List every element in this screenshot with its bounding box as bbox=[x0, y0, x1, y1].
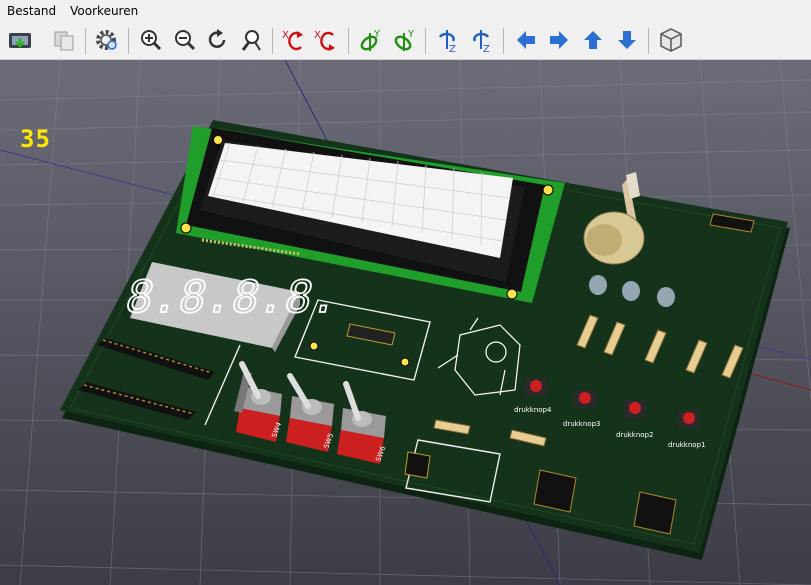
ortho-view-button[interactable] bbox=[657, 26, 685, 54]
rotate-z-cw-icon: Z bbox=[438, 30, 456, 53]
arrow-left-icon bbox=[517, 31, 535, 49]
rotate-x-ccw-button[interactable]: X bbox=[312, 26, 340, 54]
push-button-drukknop4 bbox=[525, 378, 547, 396]
rotate-x-ccw-icon: X bbox=[314, 30, 335, 51]
zoom-out-button[interactable] bbox=[171, 26, 199, 54]
toolbar-separator bbox=[425, 28, 426, 54]
toolbar-separator bbox=[128, 28, 129, 54]
fps-counter: 35 bbox=[20, 125, 51, 153]
label-drukknop2: drukknop2 bbox=[616, 431, 653, 439]
3d-scene: 8.8.8.8. SW4 SW5 SW6 drukknop4 drukknop3… bbox=[0, 60, 811, 585]
toolbar-separator bbox=[503, 28, 504, 54]
toolbar-separator bbox=[648, 28, 649, 54]
svg-text:8.8.8.8.: 8.8.8.8. bbox=[121, 272, 344, 322]
menu-bestand[interactable]: Bestand bbox=[0, 0, 63, 22]
pin-header-bottom-left bbox=[533, 469, 577, 513]
svg-text:X: X bbox=[314, 30, 321, 41]
toolbar-separator bbox=[272, 28, 273, 54]
svg-text:Z: Z bbox=[483, 44, 490, 53]
move-up-button[interactable] bbox=[579, 26, 607, 54]
settings-button[interactable] bbox=[93, 26, 121, 54]
svg-text:X: X bbox=[282, 30, 289, 41]
push-button-drukknop2 bbox=[624, 400, 646, 418]
svg-text:Z: Z bbox=[449, 44, 456, 53]
move-left-button[interactable] bbox=[512, 26, 540, 54]
cube-icon bbox=[660, 28, 682, 52]
toolbar-separator bbox=[85, 28, 86, 54]
menu-voorkeuren[interactable]: Voorkeuren bbox=[63, 0, 145, 22]
rotate-x-cw-icon: X bbox=[282, 30, 303, 51]
push-button-drukknop3 bbox=[574, 390, 596, 408]
arrow-up-icon bbox=[584, 31, 602, 49]
rotate-z-ccw-icon: Z bbox=[473, 30, 490, 53]
rotate-y-ccw-button[interactable]: Y bbox=[390, 26, 418, 54]
rotate-y-cw-icon: Y bbox=[360, 29, 381, 51]
rotate-x-cw-button[interactable]: X bbox=[280, 26, 308, 54]
rotate-y-cw-button[interactable]: Y bbox=[356, 26, 384, 54]
ic-socket bbox=[404, 451, 431, 479]
export-image-icon bbox=[9, 33, 31, 48]
arrow-right-icon bbox=[550, 31, 568, 49]
menu-bar: Bestand Voorkeuren bbox=[0, 0, 811, 22]
pin-header-bottom-right bbox=[633, 491, 677, 535]
rotate-z-ccw-button[interactable]: Z bbox=[468, 26, 496, 54]
zoom-fit-button[interactable] bbox=[237, 26, 265, 54]
gear-icon bbox=[96, 30, 117, 50]
copy-button[interactable] bbox=[50, 26, 78, 54]
zoom-out-icon bbox=[175, 30, 196, 51]
redraw-button[interactable] bbox=[204, 26, 232, 54]
rotate-z-cw-button[interactable]: Z bbox=[434, 26, 462, 54]
zoom-in-button[interactable] bbox=[137, 26, 165, 54]
rotate-y-ccw-icon: Y bbox=[394, 29, 415, 51]
3d-viewport[interactable]: 8.8.8.8. SW4 SW5 SW6 drukknop4 drukknop3… bbox=[0, 60, 811, 585]
svg-text:Y: Y bbox=[407, 29, 415, 40]
redraw-icon bbox=[208, 29, 226, 48]
toolbar-separator bbox=[348, 28, 349, 54]
zoom-fit-icon bbox=[241, 30, 261, 51]
move-down-button[interactable] bbox=[613, 26, 641, 54]
arrow-down-icon bbox=[618, 31, 636, 49]
export-image-button[interactable] bbox=[6, 26, 34, 54]
move-right-button[interactable] bbox=[545, 26, 573, 54]
toolbar: X X Y Y Z Z bbox=[0, 22, 811, 60]
push-button-drukknop1 bbox=[678, 410, 700, 428]
label-drukknop4: drukknop4 bbox=[514, 406, 552, 414]
label-drukknop3: drukknop3 bbox=[563, 420, 600, 428]
copy-icon bbox=[54, 31, 74, 51]
label-drukknop1: drukknop1 bbox=[668, 441, 705, 449]
zoom-in-icon bbox=[141, 30, 162, 51]
